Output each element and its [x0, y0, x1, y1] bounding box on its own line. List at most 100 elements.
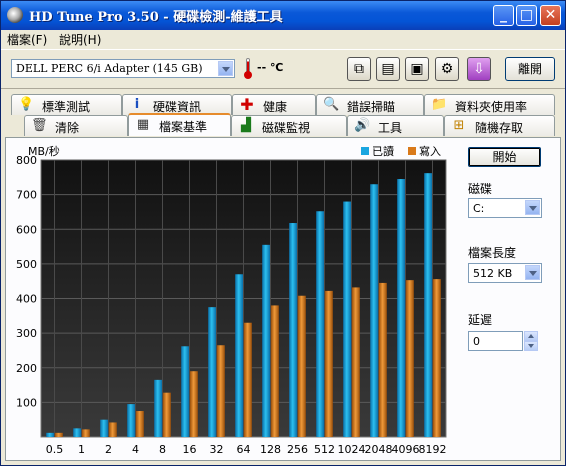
download-arrow-icon[interactable]: ⇩	[467, 57, 491, 81]
tab-folder-usage[interactable]: 📁 資料夾使用率	[424, 94, 555, 115]
hd-tune-app-icon	[7, 7, 23, 23]
red-cross-icon: ✚	[240, 95, 254, 114]
y-tick-label: 300	[16, 327, 37, 340]
delay-spinner[interactable]: 0	[468, 331, 538, 351]
bar-read	[343, 201, 351, 437]
app-window: HD Tune Pro 3.50 - 硬碟檢測-維護工具 _ □ ✕ 檔案(F)…	[0, 0, 566, 466]
disk-select[interactable]: C:	[468, 198, 542, 218]
menu-file[interactable]: 檔案(F)	[7, 31, 47, 48]
y-tick-label: 400	[16, 293, 37, 306]
x-tick-label: 1	[78, 443, 85, 456]
x-tick-label: 32	[210, 443, 224, 456]
delay-label: 延遲	[468, 313, 493, 327]
copy-screenshot-icon[interactable]: ▤	[376, 57, 400, 81]
bar-write	[244, 322, 252, 437]
y-tick-label: 600	[16, 223, 37, 236]
start-button[interactable]: 開始	[468, 147, 541, 167]
bar-read	[73, 428, 81, 437]
bar-read	[370, 184, 378, 437]
close-button[interactable]: ✕	[540, 5, 561, 26]
transfer-rate-chart: MB/秒 已讀 寫入 1002003004005006007008000.5 1 2…	[16, 144, 447, 456]
magnifier-icon: 🔍	[323, 97, 340, 112]
x-tick-label: 128	[260, 443, 281, 456]
tab-health[interactable]: ✚ 健康	[232, 94, 316, 115]
x-tick-label: 4	[132, 443, 139, 456]
thermometer-icon	[244, 58, 252, 80]
bar-write	[190, 371, 198, 437]
bar-write	[433, 279, 441, 437]
x-tick-label: 64	[237, 443, 251, 456]
y-tick-label: 100	[16, 396, 37, 409]
document-icon: ▦	[136, 117, 150, 132]
menu-bar: 檔案(F) 說明(H)	[1, 30, 565, 48]
tab-disk-monitor[interactable]: ▟ 磁碟監視	[231, 115, 347, 136]
close-icon: ✕	[544, 7, 557, 23]
tab-label: 工具	[378, 121, 403, 135]
bar-write	[217, 345, 225, 437]
window-title: HD Tune Pro 3.50 - 硬碟檢測-維護工具	[29, 10, 283, 25]
trash-icon: 🗑	[31, 118, 48, 133]
x-tick-label: 1024	[338, 443, 366, 456]
drive-select[interactable]: DELL PERC 6/i Adapter (145 GB)	[11, 59, 235, 78]
x-tick-label: 0.5	[46, 443, 64, 456]
folder-icon: 📁	[431, 97, 448, 112]
tab-label: 標準測試	[42, 100, 91, 114]
x-tick-label: 256	[287, 443, 308, 456]
tab-error-scan[interactable]: 🔍 錯誤掃瞄	[316, 94, 424, 115]
tab-label: 清除	[55, 121, 80, 135]
bar-read	[127, 404, 135, 437]
options-icon[interactable]: ⚙	[435, 57, 459, 81]
x-tick-label: 4096	[392, 443, 420, 456]
bar-read	[316, 211, 324, 437]
file-length-select[interactable]: 512 KB	[468, 263, 542, 283]
bar-write	[352, 287, 360, 437]
drive-select-value: DELL PERC 6/i Adapter (145 GB)	[16, 62, 203, 75]
bar-read	[181, 346, 189, 437]
bar-write	[379, 282, 387, 437]
y-tick-label: 800	[16, 154, 37, 167]
tab-tools[interactable]: 🔊 工具	[347, 115, 444, 136]
tab-file-benchmark[interactable]: ▦ 檔案基準	[128, 113, 231, 136]
tab-label: 資料夾使用率	[455, 100, 528, 114]
tab-disk-info[interactable]: i 硬碟資訊	[122, 94, 232, 115]
menu-help[interactable]: 說明(H)	[59, 31, 101, 48]
bar-read	[397, 179, 405, 437]
exit-button[interactable]: 離開	[505, 57, 555, 81]
y-tick-label: 500	[16, 258, 37, 271]
tab-benchmark[interactable]: 💡 標準測試	[11, 94, 122, 115]
bar-read	[235, 274, 243, 437]
spin-up-icon[interactable]	[524, 331, 538, 341]
chevron-down-icon[interactable]	[218, 61, 233, 76]
tab-random-access[interactable]: ⊞ 隨機存取	[444, 115, 555, 136]
copy-text-icon[interactable]: ⧉	[347, 57, 371, 81]
y-tick-label: 700	[16, 189, 37, 202]
chevron-down-icon[interactable]	[525, 265, 540, 280]
tab-label: 健康	[263, 100, 288, 114]
minimize-button[interactable]: _	[493, 5, 514, 26]
legend-swatch-read	[361, 147, 369, 155]
maximize-button[interactable]: □	[516, 5, 537, 26]
tab-erase[interactable]: 🗑 清除	[24, 115, 128, 136]
chevron-down-icon[interactable]	[525, 200, 540, 215]
bar-write	[163, 392, 171, 437]
bar-read	[154, 379, 162, 437]
x-tick-label: 2048	[365, 443, 393, 456]
disk-label: 磁碟	[468, 182, 493, 196]
random-access-icon: ⊞	[453, 118, 465, 133]
speaker-icon: 🔊	[354, 118, 371, 133]
tab-label: 磁碟監視	[262, 121, 311, 135]
bar-read	[289, 223, 297, 437]
y-tick-label: 200	[16, 362, 37, 375]
legend-label-read: 已讀	[372, 144, 394, 158]
x-tick-label: 8192	[419, 443, 447, 456]
tab-strip: 💡 標準測試 i 硬碟資訊 ✚ 健康 🔍 錯誤掃瞄 📁 資料夾使用率 🗑 清除 …	[1, 91, 565, 137]
save-icon[interactable]: ▣	[405, 57, 429, 81]
file-length-label: 檔案長度	[468, 246, 517, 260]
temperature-readout: -- ℃	[257, 61, 284, 74]
bar-write	[55, 432, 63, 437]
title-bar[interactable]: HD Tune Pro 3.50 - 硬碟檢測-維護工具 _ □ ✕	[1, 1, 565, 30]
legend-label-write: 寫入	[419, 144, 441, 158]
spin-down-icon[interactable]	[524, 341, 538, 351]
bar-chart-icon: ▟	[241, 118, 251, 133]
delay-input[interactable]: 0	[468, 331, 523, 351]
